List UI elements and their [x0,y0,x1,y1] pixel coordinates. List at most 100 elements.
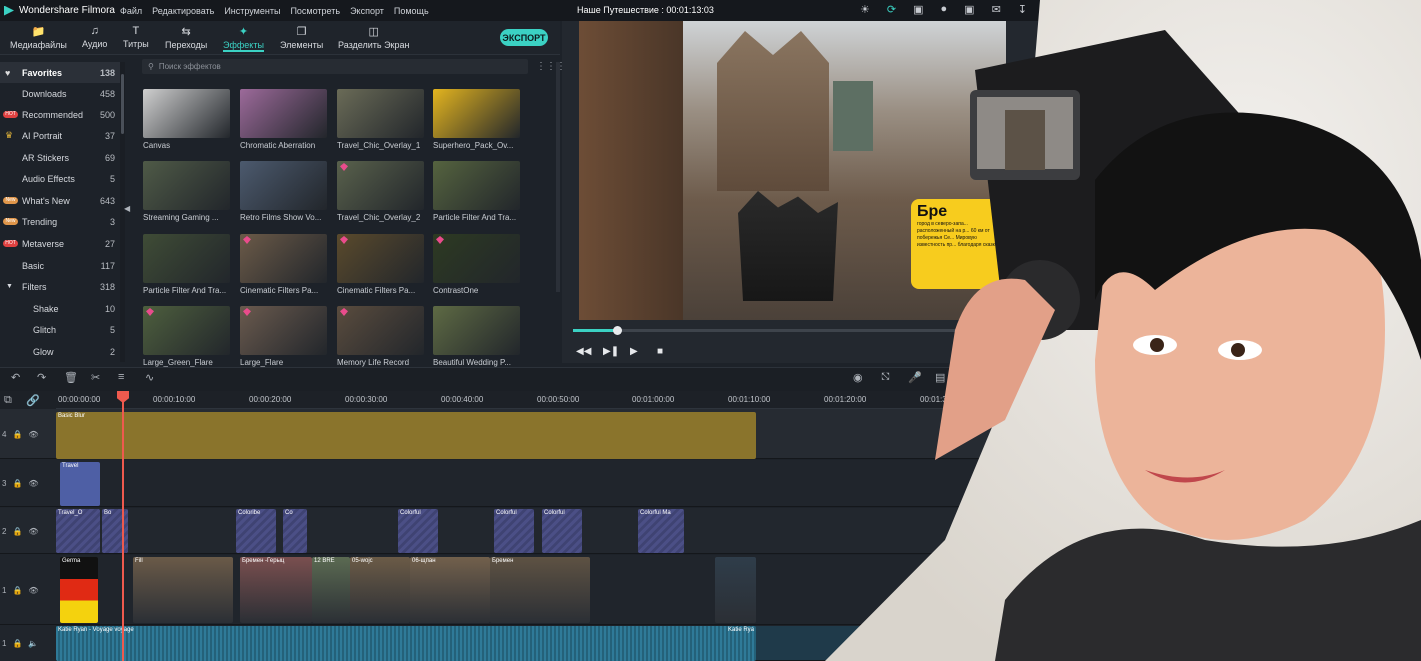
add-track-icon[interactable]: ⧉ [4,394,12,407]
tab-elements[interactable]: ❐ Элементы [280,25,323,50]
category-whats-new[interactable]: New What's New 643 [0,190,120,211]
timeline-clip[interactable]: Бремен [490,557,590,623]
prev-frame-icon[interactable]: ◀◀ [576,346,591,357]
category-favorites[interactable]: ♥ Favorites 138 [0,62,120,83]
timeline-clip[interactable]: 12 BRE [312,557,350,623]
lock-icon[interactable]: 🔒 [12,586,22,595]
eye-icon[interactable]: 👁 [28,479,38,488]
effects-scrollbar[interactable] [556,62,560,292]
category-glitch[interactable]: Glitch 5 [0,319,120,340]
lock-icon[interactable]: 🔒 [12,527,22,536]
timeline-clip[interactable]: 05-wojc [350,557,410,623]
timeline-clip[interactable]: Coloribe [236,509,276,553]
seek-knob[interactable] [613,326,622,335]
stop-icon[interactable]: ■ [657,346,663,357]
effect-card[interactable]: Memory Life Record [337,306,424,367]
timeline-clip[interactable]: 06-щпан [410,557,490,623]
eye-icon[interactable]: 👁 [28,586,38,595]
effect-card[interactable]: Beautiful Wedding P... [433,306,520,367]
lock-icon[interactable]: 🔒 [12,479,22,488]
tab-split-screen[interactable]: ◫ Разделить Экран [338,25,409,50]
track-id: 2 [2,526,7,536]
category-audio-effects[interactable]: Audio Effects 5 [0,168,120,189]
menu-view[interactable]: Посмотреть [290,6,340,16]
timeline-clip[interactable]: Colorful [398,509,438,553]
timeline-clip[interactable]: Travel [60,462,100,506]
category-trending[interactable]: New Trending 3 [0,211,120,232]
effect-card[interactable]: Cinematic Filters Pa... [240,234,327,295]
category-glow[interactable]: Glow 2 [0,341,120,362]
effect-card[interactable]: Chromatic Aberration [240,89,327,150]
undo-icon[interactable]: ↶ [11,371,20,384]
category-basic[interactable]: Basic 117 [0,255,120,276]
export-button[interactable]: ЭКСПОРТ [500,29,548,46]
timeline-clip[interactable]: Colorful [494,509,534,553]
audio-clip[interactable]: Katie Ryan - Voyage voyage Katie Rya [56,626,756,661]
category-ar-stickers[interactable]: AR Stickers 69 [0,147,120,168]
effect-card[interactable]: Travel_Chic_Overlay_2 [337,161,424,222]
new-badge: New [3,218,18,225]
timeline-clip[interactable] [715,557,756,623]
effect-card[interactable]: Streaming Gaming ... [143,161,230,222]
category-recommended[interactable]: HOT Recommended 500 [0,104,120,125]
audio-wave-icon[interactable]: ∿ [145,371,154,384]
delete-icon[interactable]: 🗑 [64,371,78,384]
effect-card[interactable]: Travel_Chic_Overlay_1 [337,89,424,150]
playhead[interactable] [117,391,129,661]
link-icon[interactable]: 🔗 [26,394,40,407]
menu-edit[interactable]: Редактировать [152,6,214,16]
effect-card[interactable]: Cinematic Filters Pa... [337,234,424,295]
clip-label: Travel_O [58,510,83,516]
tab-audio[interactable]: ♫ Аудио [82,25,107,49]
timeline-clip[interactable]: Basic Blur [56,412,756,459]
timeline-clip[interactable]: Travel_O [56,509,100,553]
timeline-clip[interactable]: Бремен -Герыц [240,557,312,623]
tab-media[interactable]: 📁 Медиафайлы [10,25,67,50]
effect-card[interactable]: Retro Films Show Vo... [240,161,327,222]
play-step-icon[interactable]: ▶❚ [603,346,619,357]
collapse-panel-icon[interactable]: ◀ [124,204,130,213]
lock-icon[interactable]: 🔒 [12,639,22,648]
clip-label: 05-wojc [352,558,373,564]
tab-effects[interactable]: ✦ Эффекты [223,25,264,52]
effect-card[interactable]: Large_Green_Flare [143,306,230,367]
transition-icon: ⇆ [181,26,191,38]
category-downloads[interactable]: Downloads 458 [0,83,120,104]
menu-tools[interactable]: Инструменты [224,6,280,16]
timeline-clip[interactable]: Colorful [542,509,582,553]
search-input[interactable]: Поиск эффектов [159,62,221,71]
timeline-clip[interactable]: Bo [102,509,128,553]
timeline-clip[interactable]: Co [283,509,307,553]
scrollbar-thumb[interactable] [121,74,124,134]
effect-card[interactable]: Particle Filter And Tra... [143,234,230,295]
effect-card[interactable]: Particle Filter And Tra... [433,161,520,222]
cut-icon[interactable]: ✂ [91,371,100,384]
category-shake[interactable]: Shake 10 [0,298,120,319]
category-ai-portrait[interactable]: ♛ AI Portrait 37 [0,125,120,146]
effect-label: Large_Green_Flare [143,358,213,367]
timeline-clip[interactable]: Fill [133,557,233,623]
redo-icon[interactable]: ↷ [37,371,46,384]
lock-icon[interactable]: 🔒 [12,430,22,439]
play-icon[interactable]: ▶ [630,346,638,357]
category-metaverse[interactable]: HOT Metaverse 27 [0,233,120,254]
timeline-clip[interactable]: Colorful Ma [638,509,684,553]
menu-export[interactable]: Экспорт [350,6,384,16]
timeline-clip[interactable]: Germa [60,557,98,623]
effect-card[interactable]: Canvas [143,89,230,150]
speaker-icon[interactable]: 🔈 [28,639,38,648]
effect-card[interactable]: Superhero_Pack_Ov... [433,89,520,150]
track-head: 4 🔒 👁 [0,409,56,459]
effect-card[interactable]: Large_Flare [240,306,327,367]
tab-transitions[interactable]: ⇆ Переходы [165,25,207,50]
adjust-icon[interactable]: ≡ [118,371,124,383]
menu-help[interactable]: Помощь [394,6,429,16]
eye-icon[interactable]: 👁 [28,430,38,439]
effects-search[interactable]: ⚲ Поиск эффектов [142,59,528,74]
effect-card[interactable]: ContrastOne [433,234,520,295]
menu-file[interactable]: Файл [120,6,142,16]
tab-titles[interactable]: T Титры [123,25,149,49]
category-filters[interactable]: ▼ Filters 318 [0,276,120,297]
category-label: AR Stickers [22,152,70,163]
eye-icon[interactable]: 👁 [28,527,38,536]
